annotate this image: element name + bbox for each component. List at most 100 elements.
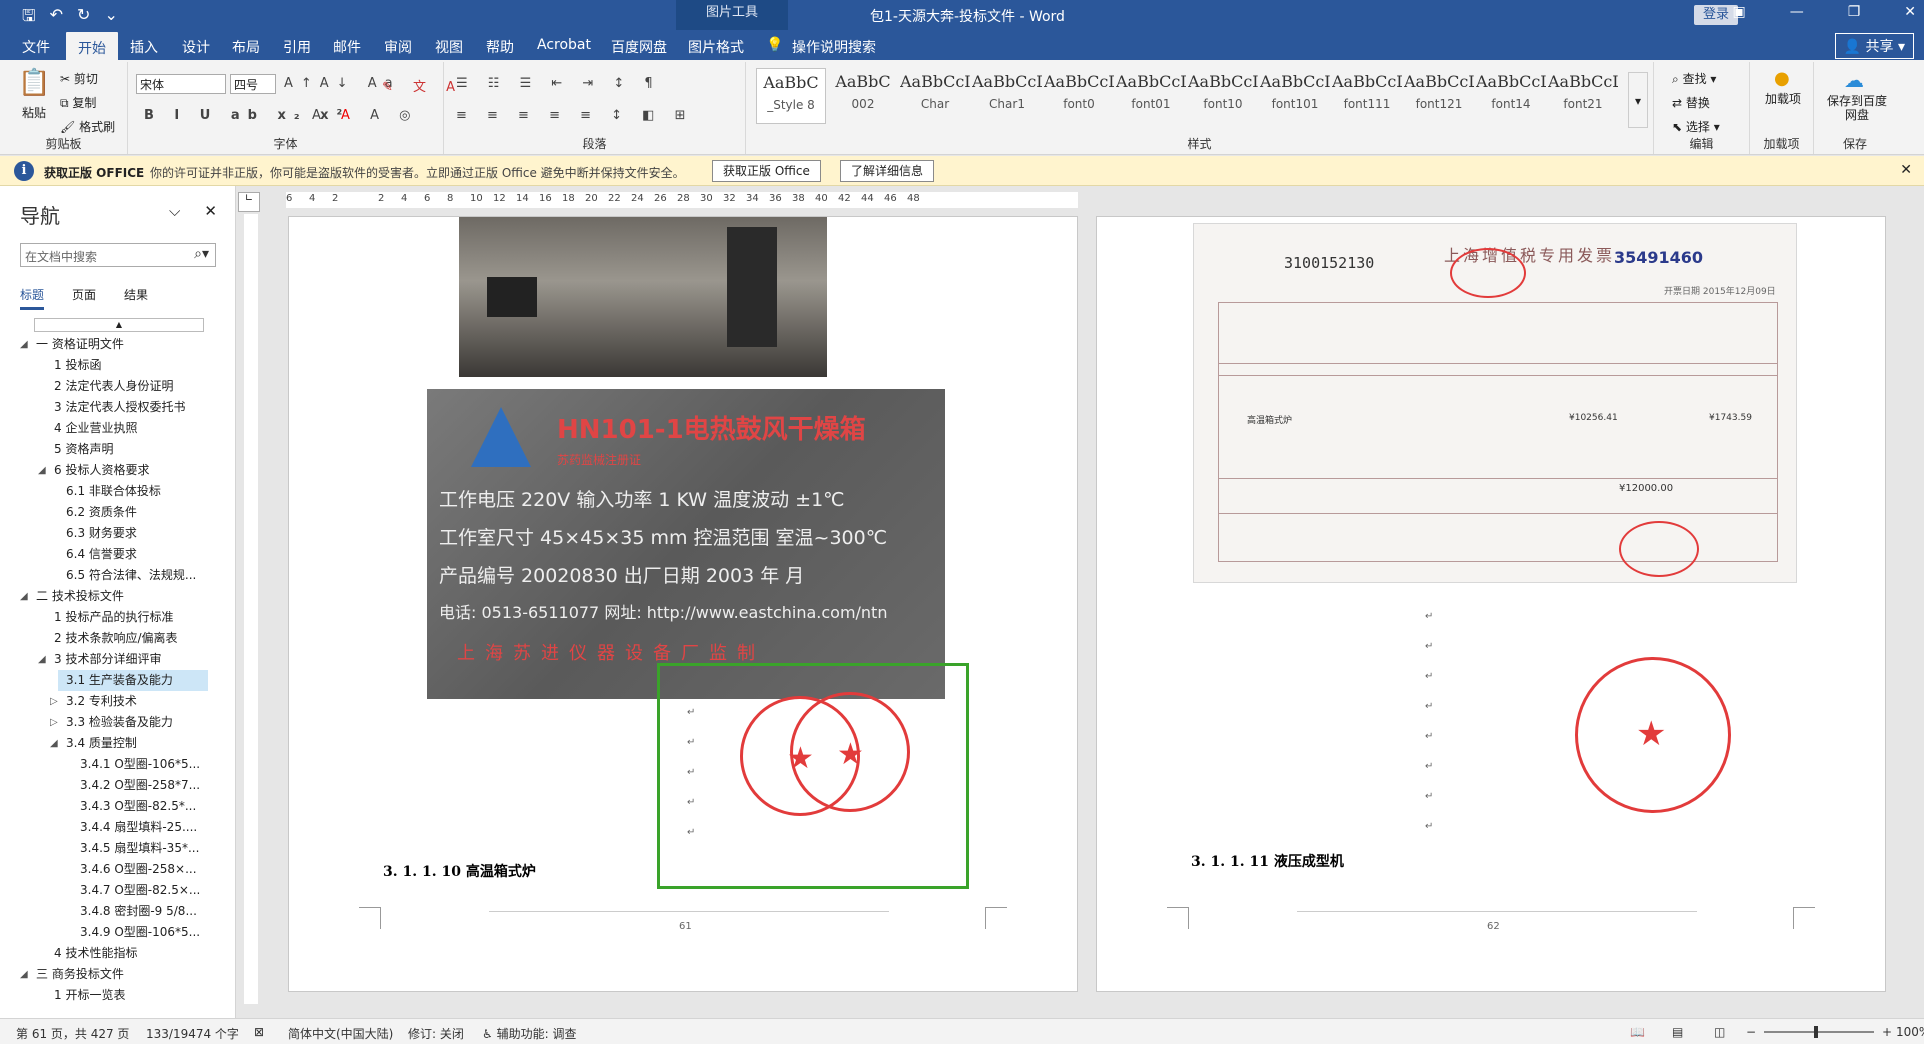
nav-item[interactable]: 6.5 符合法律、法规规... bbox=[0, 565, 236, 586]
language-status[interactable]: 简体中文(中国大陆) bbox=[288, 1025, 393, 1042]
nav-tab-pages[interactable]: 页面 bbox=[72, 286, 96, 310]
style-char1[interactable]: AaBbCcD Char1 bbox=[972, 68, 1042, 124]
nav-close-icon[interactable]: ✕ bbox=[204, 202, 217, 220]
undo-icon[interactable]: ↶ bbox=[50, 5, 63, 32]
align-icons[interactable]: ≡ ≡ ≡ ≡ ≡ ↕ ◧ ⊞ bbox=[456, 108, 693, 123]
style-font01[interactable]: AaBbCcD font01 bbox=[1116, 68, 1186, 124]
nav-item[interactable]: 4 企业营业执照 bbox=[0, 418, 236, 439]
addin-icon[interactable]: ● bbox=[1774, 68, 1790, 89]
style-font101[interactable]: AaBbCcI font101 bbox=[1260, 68, 1330, 124]
style-002[interactable]: AaBbC 002 bbox=[828, 68, 898, 124]
find-button[interactable]: ⌕ 查找 ▾ bbox=[1672, 70, 1716, 87]
collapse-arrow-icon[interactable]: ◢ bbox=[50, 733, 58, 754]
nav-item[interactable]: ▷ 3.2 专利技术 bbox=[0, 691, 236, 712]
collapse-arrow-icon[interactable]: ◢ bbox=[20, 964, 28, 985]
tell-me-search[interactable]: 操作说明搜索 bbox=[792, 37, 876, 57]
font-name-select[interactable]: 宋体 bbox=[136, 74, 226, 94]
learn-more-button[interactable]: 了解详细信息 bbox=[840, 160, 935, 182]
heading-3-1-1-10[interactable]: 3. 1. 1. 10 高温箱式炉 bbox=[383, 861, 536, 881]
expand-arrow-icon[interactable]: ▷ bbox=[50, 691, 58, 712]
nav-item[interactable]: 6.1 非联合体投标 bbox=[0, 481, 236, 502]
replace-button[interactable]: ⇄ 替换 bbox=[1672, 94, 1710, 111]
style-font111[interactable]: AaBbCcD font111 bbox=[1332, 68, 1402, 124]
paste-button[interactable]: 粘贴 bbox=[22, 104, 46, 121]
addins-button[interactable]: 加载项 bbox=[1764, 92, 1802, 106]
style-font0[interactable]: AaBbCcD font0 bbox=[1044, 68, 1114, 124]
zoom-out-icon[interactable]: − bbox=[1746, 1025, 1756, 1039]
restore-icon[interactable]: ❐ bbox=[1848, 4, 1861, 20]
nav-item[interactable]: 4 技术性能指标 bbox=[0, 943, 236, 964]
paste-icon[interactable]: 📋 bbox=[18, 68, 50, 98]
style-font14[interactable]: AaBbCcL font14 bbox=[1476, 68, 1546, 124]
nav-item[interactable]: 2 技术条款响应/偏离表 bbox=[0, 628, 236, 649]
company-seal-3[interactable]: ★ bbox=[1575, 657, 1731, 813]
vertical-ruler[interactable] bbox=[244, 214, 258, 1004]
cut-button[interactable]: ✂ 剪切 bbox=[60, 70, 98, 87]
minimize-icon[interactable]: — bbox=[1790, 4, 1804, 20]
share-button[interactable]: 👤 共享 ▾ bbox=[1834, 33, 1914, 59]
nav-item[interactable]: 3.4.5 扇型填料-35*... bbox=[0, 838, 236, 859]
track-changes-status[interactable]: 修订: 关闭 bbox=[408, 1025, 464, 1042]
nav-item[interactable]: 3.4.8 密封圈-9 5/8... bbox=[0, 901, 236, 922]
invoice-image[interactable]: 3100152130 上海增值税专用发票 35491460 开票日期 2015年… bbox=[1193, 223, 1797, 583]
styles-more-icon[interactable]: ▾ bbox=[1628, 72, 1648, 128]
nav-item[interactable]: 1 投标函 bbox=[0, 355, 236, 376]
cloud-icon[interactable]: ☁ bbox=[1844, 68, 1864, 92]
nav-item[interactable]: ◢ 三 商务投标文件 bbox=[0, 964, 236, 985]
collapse-arrow-icon[interactable]: ◢ bbox=[20, 586, 28, 607]
nav-item[interactable]: ◢ 一 资格证明文件 bbox=[0, 334, 236, 355]
nav-tab-results[interactable]: 结果 bbox=[124, 286, 148, 310]
tab-home[interactable]: 开始 bbox=[66, 32, 118, 60]
tab-selector-icon[interactable]: ∟ bbox=[238, 192, 260, 212]
list-icons[interactable]: ☰ ☷ ☰ ⇤ ⇥ ↕ ¶ bbox=[456, 76, 661, 91]
nav-search-input[interactable]: 在文档中搜索 ⌕▾ bbox=[20, 243, 216, 267]
nav-item[interactable]: 3.4.4 扇型填料-25.... bbox=[0, 817, 236, 838]
collapse-arrow-icon[interactable]: ◢ bbox=[20, 334, 28, 355]
font-size-select[interactable]: 四号 bbox=[230, 74, 276, 94]
nav-item[interactable]: 6.2 资质条件 bbox=[0, 502, 236, 523]
nav-item[interactable]: ◢ 3 技术部分详细评审 bbox=[0, 649, 236, 670]
nav-item[interactable]: 3.4.6 O型圈-258×... bbox=[0, 859, 236, 880]
horizontal-ruler[interactable]: 6 4 2 2 4 6 8 10 12 14 16 18 20 22 24 26 28 30 32 34 36 38 40 4… bbox=[286, 192, 1078, 208]
page-61[interactable]: HN101-1电热鼓风干燥箱 苏药监械注册证 工作电压 220V 输入功率 1 … bbox=[288, 216, 1078, 992]
tab-insert[interactable]: 插入 bbox=[130, 37, 158, 57]
tab-view[interactable]: 视图 bbox=[435, 37, 463, 57]
tab-layout[interactable]: 布局 bbox=[232, 37, 260, 57]
copy-button[interactable]: ⧉ 复制 bbox=[60, 94, 96, 111]
zoom-slider-thumb[interactable] bbox=[1814, 1026, 1818, 1038]
zoom-level[interactable]: 100% bbox=[1896, 1025, 1924, 1039]
nav-item[interactable]: ▷3.1 生产装备及能力 bbox=[58, 670, 208, 691]
save-baidu-button[interactable]: 保存到百度网盘 bbox=[1822, 94, 1892, 122]
collapse-arrow-icon[interactable]: ◢ bbox=[38, 649, 46, 670]
selected-image-frame[interactable]: ★ ★ bbox=[657, 663, 969, 889]
word-count-status[interactable]: 133/19474 个字 bbox=[146, 1025, 239, 1042]
nav-item[interactable]: 3.4.7 O型圈-82.5×... bbox=[0, 880, 236, 901]
tab-references[interactable]: 引用 bbox=[283, 37, 311, 57]
tab-help[interactable]: 帮助 bbox=[486, 37, 514, 57]
close-icon[interactable]: ✕ bbox=[1904, 4, 1916, 20]
nav-item[interactable]: ◢ 6 投标人资格要求 bbox=[0, 460, 236, 481]
format-painter-button[interactable]: 🖌 格式刷 bbox=[60, 118, 115, 135]
print-layout-icon[interactable]: ▤ bbox=[1672, 1025, 1683, 1039]
style-font21[interactable]: AaBbCcL font21 bbox=[1548, 68, 1618, 124]
web-layout-icon[interactable]: ◫ bbox=[1714, 1025, 1725, 1039]
page-count-status[interactable]: 第 61 页，共 427 页 bbox=[16, 1025, 129, 1042]
tab-file[interactable]: 文件 bbox=[22, 37, 50, 57]
nav-item[interactable]: ◢ 3.4 质量控制 bbox=[0, 733, 236, 754]
collapse-arrow-icon[interactable]: ◢ bbox=[38, 460, 46, 481]
read-mode-icon[interactable]: 📖 bbox=[1630, 1025, 1645, 1039]
nameplate-photo[interactable]: HN101-1电热鼓风干燥箱 苏药监械注册证 工作电压 220V 输入功率 1 … bbox=[427, 389, 945, 699]
close-message-icon[interactable]: ✕ bbox=[1900, 162, 1912, 178]
login-button[interactable]: 登录 bbox=[1694, 5, 1738, 25]
get-genuine-button[interactable]: 获取正版 Office bbox=[712, 160, 821, 182]
expand-arrow-icon[interactable]: ▷ bbox=[50, 712, 58, 733]
nav-item[interactable]: 3.4.9 O型圈-106*5... bbox=[0, 922, 236, 943]
nav-item[interactable]: 5 资格声明 bbox=[0, 439, 236, 460]
zoom-slider[interactable] bbox=[1764, 1031, 1874, 1033]
nav-item[interactable]: 1 投标产品的执行标准 bbox=[0, 607, 236, 628]
tab-baidu[interactable]: 百度网盘 bbox=[611, 37, 667, 57]
select-button[interactable]: ⬉ 选择 ▾ bbox=[1672, 118, 1720, 135]
nav-item[interactable]: ▷ 3.3 检验装备及能力 bbox=[0, 712, 236, 733]
nav-item[interactable]: 2 法定代表人身份证明 bbox=[0, 376, 236, 397]
equipment-photo[interactable] bbox=[459, 217, 827, 377]
